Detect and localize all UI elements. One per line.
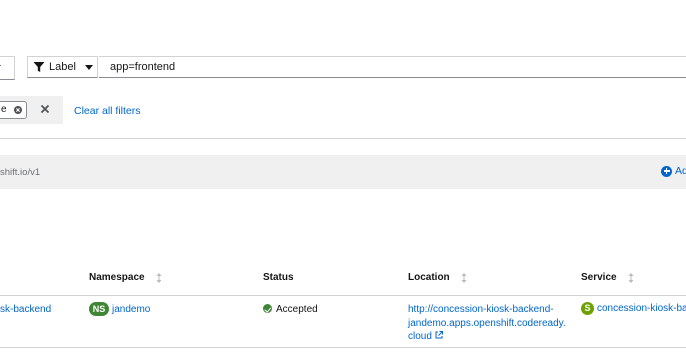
route-name-link[interactable]: sk-backend — [0, 303, 51, 317]
namespace-link[interactable]: jandemo — [112, 304, 150, 315]
api-version-text: shift.io/v1 — [0, 167, 41, 178]
plus-circle-icon — [661, 165, 672, 177]
location-line[interactable]: http://concession-kiosk-backend- — [408, 303, 566, 317]
column-header-service[interactable]: Service — [581, 272, 634, 283]
filter-icon — [33, 62, 45, 72]
status-text: Accepted — [276, 304, 318, 315]
service-link[interactable]: concession-kiosk-backe — [597, 303, 686, 314]
check-circle-icon — [263, 304, 272, 313]
resource-header-band — [0, 155, 686, 189]
service-cell: Sconcession-kiosk-backe — [581, 302, 686, 316]
filter-type-dropdown[interactable]: Label — [27, 56, 98, 78]
resource-filter-dropdown[interactable] — [0, 56, 15, 80]
sort-icon[interactable] — [628, 272, 634, 283]
column-header-label: Service — [581, 272, 617, 283]
column-header-status[interactable]: Status — [263, 272, 294, 283]
chip-label: e — [1, 104, 7, 115]
filter-chip: e — [0, 101, 27, 119]
close-icon[interactable] — [40, 104, 50, 114]
column-header-namespace[interactable]: Namespace — [89, 272, 162, 283]
column-header-label: Namespace — [89, 272, 145, 283]
namespace-badge: NS — [89, 302, 109, 316]
clear-all-filters-button[interactable]: Clear all filters — [74, 105, 141, 117]
status-cell: Accepted — [263, 303, 318, 317]
location-line[interactable]: jandemo.apps.openshift.codeready. — [408, 317, 566, 331]
column-header-location[interactable]: Location — [408, 272, 467, 283]
service-badge: S — [581, 302, 594, 315]
divider — [0, 138, 686, 139]
location-line[interactable]: cloud — [408, 330, 566, 344]
column-header-label: Location — [408, 272, 450, 283]
location-line-text[interactable]: cloud — [408, 331, 432, 342]
namespace-cell: NS jandemo — [89, 302, 150, 317]
column-header-label: Status — [263, 272, 294, 283]
table-row-divider — [0, 347, 686, 348]
sort-icon[interactable] — [156, 272, 162, 283]
close-circle-icon[interactable] — [14, 106, 22, 114]
caret-down-icon — [84, 64, 93, 70]
table-header-divider — [0, 295, 686, 296]
add-button[interactable]: Ad — [661, 165, 686, 177]
filter-type-label: Label — [49, 61, 76, 73]
label-search-input[interactable]: app=frontend — [99, 56, 686, 78]
add-button-label: Ad — [675, 165, 686, 177]
location-link[interactable]: http://concession-kiosk-backend- jandemo… — [408, 303, 566, 344]
caret-down-icon — [0, 65, 1, 70]
sort-icon[interactable] — [461, 272, 467, 283]
external-link-icon — [435, 331, 443, 339]
